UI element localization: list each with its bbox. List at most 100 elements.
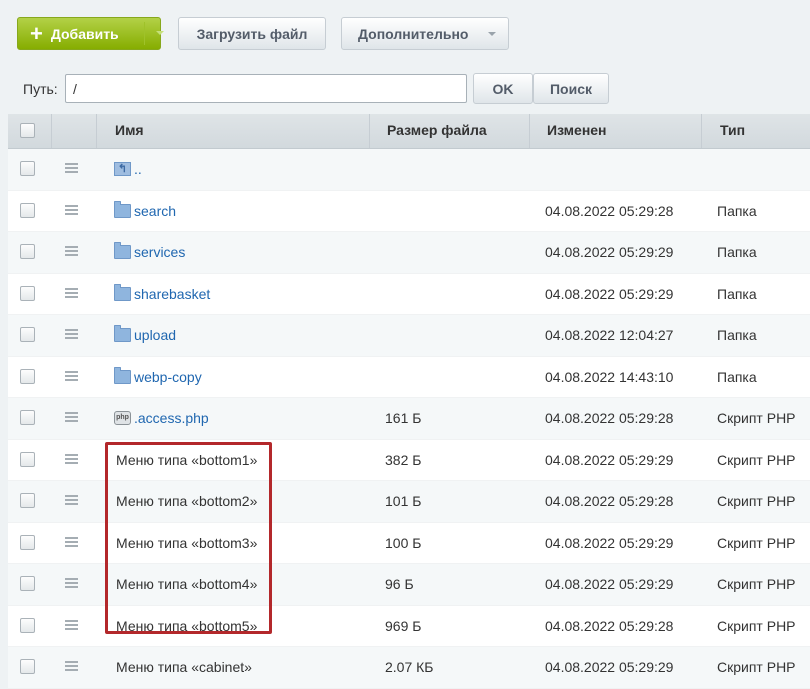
row-menu-icon[interactable] [65, 495, 78, 505]
file-modified: 04.08.2022 05:29:28 [545, 617, 674, 634]
header-size[interactable]: Размер файла [369, 114, 529, 148]
path-bar: Путь: OK Поиск [8, 62, 810, 114]
row-checkbox[interactable] [20, 202, 35, 218]
table-body: ↰.. search 04.08.2022 05:29:28 Папка service… [8, 149, 810, 689]
row-checkbox[interactable] [20, 327, 35, 342]
table-row[interactable]: sharebasket 04.08.2022 05:29:29 Папка [8, 274, 810, 315]
row-checkbox[interactable] [20, 659, 35, 674]
file-name[interactable]: Меню типа «bottom1» [116, 440, 257, 480]
file-size: 96 Б [385, 576, 414, 592]
more-actions-button[interactable]: Дополнительно [341, 17, 509, 50]
file-size: 161 Б [385, 410, 422, 426]
parent-folder-icon: ↰ [114, 162, 131, 176]
row-checkbox[interactable] [20, 493, 35, 508]
table-row[interactable]: upload 04.08.2022 12:04:27 Папка [8, 315, 810, 357]
table-row[interactable]: webp-copy 04.08.2022 14:43:10 Папка [8, 357, 810, 398]
file-name[interactable]: webp-copy [114, 357, 202, 397]
row-menu-icon[interactable] [65, 204, 78, 215]
file-name[interactable]: services [114, 232, 185, 272]
header-type[interactable]: Тип [701, 114, 810, 148]
file-name[interactable]: upload [114, 315, 176, 355]
row-menu-icon[interactable] [65, 578, 78, 588]
row-menu-icon[interactable] [65, 287, 78, 298]
file-size: 101 Б [385, 493, 422, 509]
file-type: Папка [717, 202, 757, 219]
php-file-icon: php [114, 411, 131, 425]
row-menu-icon[interactable] [65, 661, 78, 671]
file-name-text: search [134, 202, 177, 219]
file-name-text: Меню типа «bottom3» [116, 534, 258, 551]
file-name[interactable]: Меню типа «bottom3» [116, 523, 257, 563]
file-type: Скрипт PHP [717, 659, 796, 675]
table-row[interactable]: ↰.. [8, 149, 810, 191]
add-button[interactable]: + Добавить [17, 17, 164, 50]
file-name[interactable]: Меню типа «bottom5» [116, 606, 257, 646]
file-name[interactable]: Меню типа «cabinet» [116, 647, 252, 687]
header-name[interactable]: Имя [96, 114, 369, 148]
search-button[interactable]: Поиск [533, 73, 609, 104]
file-name[interactable]: php .access.php [114, 398, 209, 438]
file-type: Скрипт PHP [717, 410, 796, 426]
row-menu-icon[interactable] [65, 329, 78, 339]
row-checkbox[interactable] [20, 534, 35, 550]
row-checkbox[interactable] [20, 576, 35, 591]
row-menu-icon[interactable] [65, 536, 78, 547]
file-name[interactable]: ↰.. [114, 149, 142, 189]
row-checkbox[interactable] [20, 161, 35, 176]
row-checkbox[interactable] [20, 285, 35, 301]
add-button-divider [144, 22, 145, 45]
row-menu-icon[interactable] [65, 246, 78, 256]
file-modified: 04.08.2022 05:29:28 [545, 493, 674, 509]
file-type: Скрипт PHP [717, 451, 796, 468]
row-checkbox[interactable] [20, 410, 35, 425]
file-size: 100 Б [385, 534, 422, 551]
row-menu-icon[interactable] [65, 453, 78, 464]
folder-icon [114, 325, 131, 342]
file-modified: 04.08.2022 05:29:28 [545, 410, 674, 426]
table-row[interactable]: php .access.php 161 Б 04.08.2022 05:29:28 Ск… [8, 398, 810, 440]
file-name-text: Меню типа «bottom1» [116, 451, 258, 468]
file-name[interactable]: search [114, 191, 176, 231]
row-menu-icon[interactable] [65, 370, 78, 381]
file-name[interactable]: sharebasket [114, 274, 210, 314]
file-type: Папка [717, 327, 757, 343]
file-type: Папка [717, 244, 757, 260]
add-button-label: Добавить [50, 25, 119, 42]
table-row[interactable]: Меню типа «bottom3» 100 Б 04.08.2022 05:29… [8, 523, 810, 564]
row-checkbox[interactable] [20, 368, 35, 384]
upload-file-button[interactable]: Загрузить файл [178, 17, 326, 50]
row-checkbox[interactable] [20, 451, 35, 467]
folder-icon [114, 366, 131, 384]
file-name[interactable]: Меню типа «bottom4» [116, 564, 257, 604]
table-row[interactable]: Меню типа «bottom2» 101 Б 04.08.2022 05:29… [8, 481, 810, 523]
table-row[interactable]: search 04.08.2022 05:29:28 Папка [8, 191, 810, 232]
select-all-checkbox[interactable] [20, 123, 35, 138]
file-type: Скрипт PHP [717, 617, 796, 634]
path-input[interactable] [65, 74, 467, 103]
file-modified: 04.08.2022 05:29:29 [545, 534, 674, 551]
table-row[interactable]: Меню типа «bottom1» 382 Б 04.08.2022 05:29… [8, 440, 810, 481]
file-name-text: Меню типа «bottom4» [116, 576, 258, 592]
ok-button-label: OK [492, 80, 514, 97]
table-header: Имя Размер файла Изменен Тип [8, 114, 810, 149]
table-row[interactable]: Меню типа «cabinet» 2.07 КБ 04.08.2022 05:… [8, 647, 810, 689]
chevron-down-icon [488, 32, 496, 36]
row-checkbox[interactable] [20, 244, 35, 259]
table-row[interactable]: Меню типа «bottom4» 96 Б 04.08.2022 05:29:… [8, 564, 810, 606]
row-checkbox[interactable] [20, 617, 35, 633]
chevron-down-icon[interactable] [156, 31, 164, 35]
header-modified[interactable]: Изменен [529, 114, 701, 148]
file-modified: 04.08.2022 12:04:27 [545, 327, 674, 343]
file-size: 2.07 КБ [385, 659, 434, 675]
table-row[interactable]: services 04.08.2022 05:29:29 Папка [8, 232, 810, 274]
path-label: Путь: [23, 81, 58, 97]
file-modified: 04.08.2022 05:29:29 [545, 451, 674, 468]
file-name[interactable]: Меню типа «bottom2» [116, 481, 257, 521]
row-menu-icon[interactable] [65, 619, 78, 630]
file-modified: 04.08.2022 05:29:28 [545, 202, 674, 219]
row-menu-icon[interactable] [65, 163, 78, 173]
ok-button[interactable]: OK [473, 73, 533, 104]
row-menu-icon[interactable] [65, 412, 78, 422]
table-row[interactable]: Меню типа «bottom5» 969 Б 04.08.2022 05:29… [8, 606, 810, 647]
file-modified: 04.08.2022 14:43:10 [545, 368, 674, 385]
